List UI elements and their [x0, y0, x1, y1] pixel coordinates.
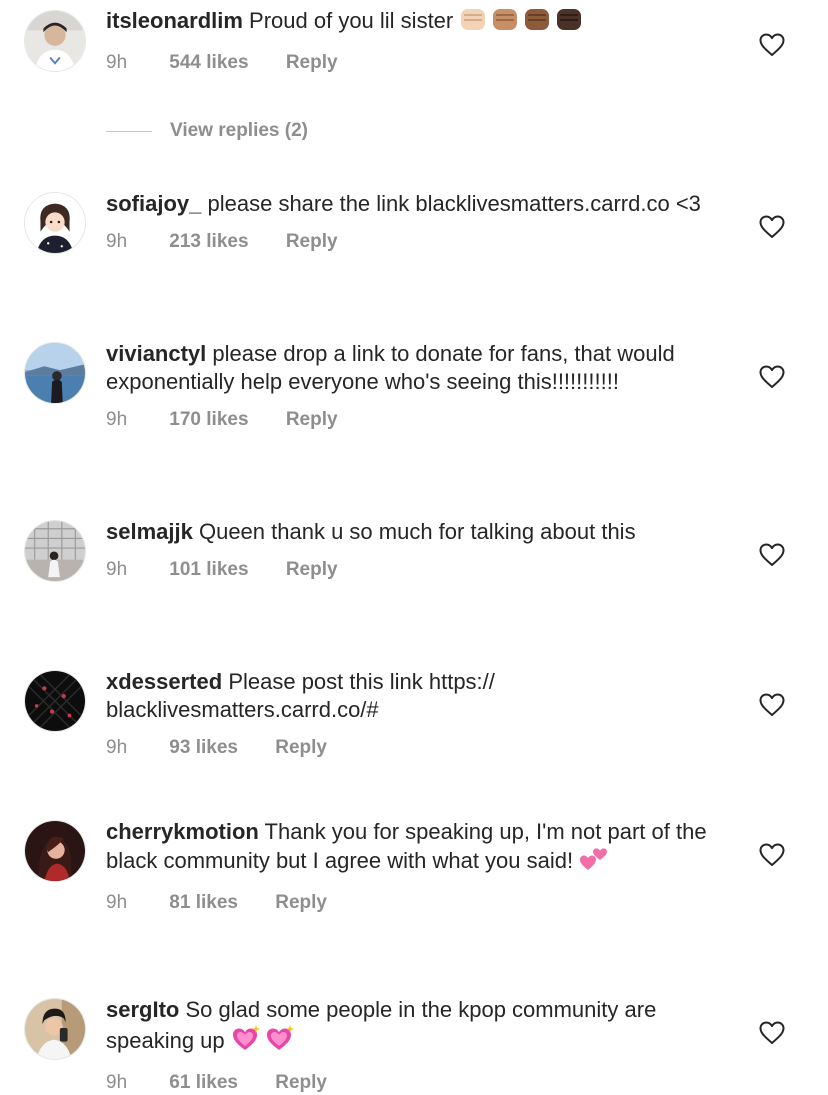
reply-button[interactable]: Reply [286, 230, 338, 254]
sparkling-heart-emoji-icon [231, 1024, 295, 1059]
reply-button[interactable]: Reply [286, 408, 338, 432]
comment-text: selmajjk Queen thank u so much for talki… [106, 518, 726, 546]
comment-time: 9h [106, 559, 128, 580]
comment-text: itsleonardlim Proud of you lil sister [106, 6, 726, 39]
comment-text: sergIto So glad some people in the kpop … [106, 996, 726, 1059]
comment-username[interactable]: sergIto [106, 997, 179, 1022]
heart-outline-icon[interactable] [759, 843, 785, 867]
comment-message: please share the link blacklivesmatters.… [207, 191, 701, 216]
comment-text: vivianctyl please drop a link to donate … [106, 340, 726, 396]
reply-button[interactable]: Reply [275, 891, 327, 915]
heart-outline-icon[interactable] [759, 1021, 785, 1045]
comment-likes[interactable]: 170 likes [169, 408, 248, 432]
comment-time: 9h [106, 892, 128, 913]
comment-time: 9h [106, 737, 128, 758]
comment-text: sofiajoy_ please share the link blackliv… [106, 190, 726, 218]
comment-text: cherrykmotion Thank you for speaking up,… [106, 818, 726, 879]
comment-username[interactable]: itsleonardlim [106, 8, 243, 33]
reply-button[interactable]: Reply [286, 51, 338, 75]
comment-meta: 9h 544 likes Reply [106, 51, 726, 75]
view-replies-label: View replies (2) [170, 120, 308, 141]
comment-meta: 9h 61 likes Reply [106, 1071, 726, 1095]
avatar[interactable] [24, 520, 86, 582]
comment-meta: 9h 81 likes Reply [106, 891, 726, 915]
comment-likes[interactable]: 544 likes [169, 51, 248, 75]
comment-likes[interactable]: 101 likes [169, 558, 248, 582]
heart-outline-icon[interactable] [759, 543, 785, 567]
heart-outline-icon[interactable] [759, 693, 785, 717]
comment-username[interactable]: xdesserted [106, 669, 222, 694]
view-replies-divider [106, 130, 152, 132]
raised-fist-emoji-icon [459, 6, 583, 39]
comment-likes[interactable]: 81 likes [169, 891, 238, 915]
avatar[interactable] [24, 820, 86, 882]
view-replies-button[interactable]: View replies (2) [106, 118, 308, 144]
avatar[interactable] [24, 670, 86, 732]
comment-username[interactable]: sofiajoy_ [106, 191, 201, 216]
two-hearts-emoji-icon [579, 846, 609, 879]
comment-meta: 9h 170 likes Reply [106, 408, 726, 432]
reply-button[interactable]: Reply [275, 1071, 327, 1095]
comment-username[interactable]: vivianctyl [106, 341, 206, 366]
reply-button[interactable]: Reply [286, 558, 338, 582]
avatar[interactable] [24, 10, 86, 72]
comment-time: 9h [106, 231, 128, 252]
comment-message: Proud of you lil sister [249, 8, 454, 33]
avatar[interactable] [24, 998, 86, 1060]
comment-meta: 9h 93 likes Reply [106, 736, 726, 760]
comment-meta: 9h 101 likes Reply [106, 558, 726, 582]
comment-username[interactable]: cherrykmotion [106, 819, 259, 844]
avatar[interactable] [24, 342, 86, 404]
comment-time: 9h [106, 1072, 128, 1093]
comment-likes[interactable]: 93 likes [169, 736, 238, 760]
heart-outline-icon[interactable] [759, 365, 785, 389]
comment-message: So glad some people in the kpop communit… [106, 997, 657, 1053]
comment-likes[interactable]: 61 likes [169, 1071, 238, 1095]
reply-button[interactable]: Reply [275, 736, 327, 760]
comment-username[interactable]: selmajjk [106, 519, 193, 544]
heart-outline-icon[interactable] [759, 33, 785, 57]
comment-time: 9h [106, 52, 128, 73]
comment-meta: 9h 213 likes Reply [106, 230, 726, 254]
comment-text: xdesserted Please post this link https:/… [106, 668, 726, 724]
comment-time: 9h [106, 409, 128, 430]
heart-outline-icon[interactable] [759, 215, 785, 239]
comment-message: Queen thank u so much for talking about … [198, 519, 636, 544]
avatar[interactable] [24, 192, 86, 254]
comment-likes[interactable]: 213 likes [169, 230, 248, 254]
